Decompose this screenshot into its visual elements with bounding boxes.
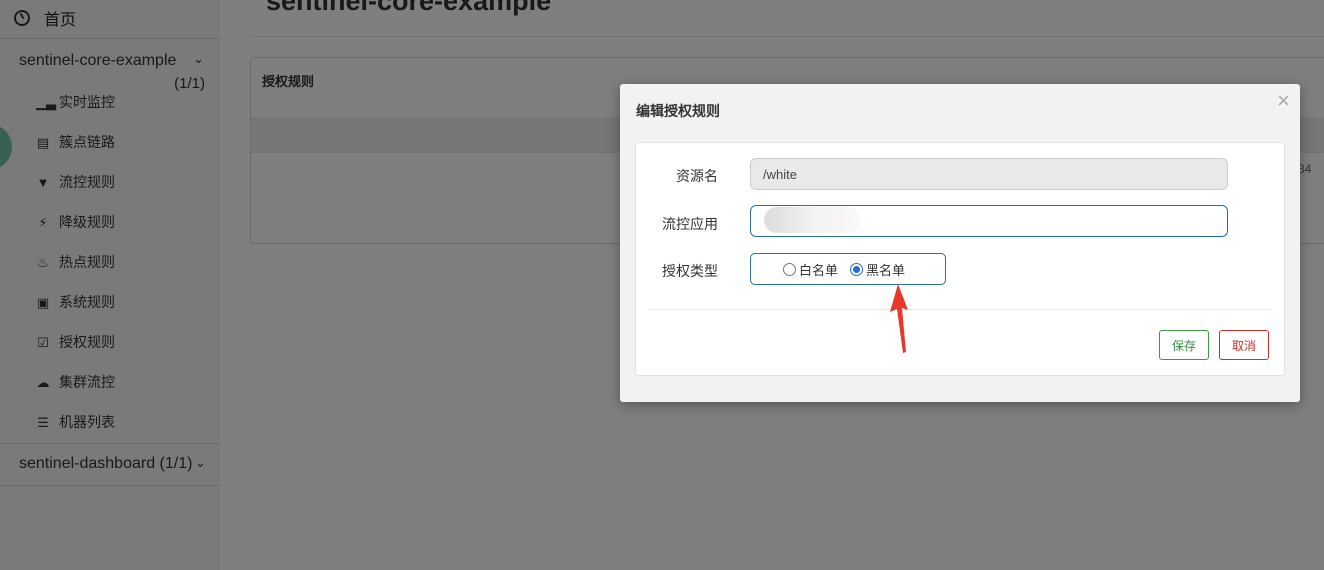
limit-app-label: 流控应用 [662,216,718,232]
radio-checked-icon [850,262,864,276]
radio-label: 白名单 [799,262,839,278]
close-icon[interactable]: × [1277,90,1290,112]
resource-name-label: 资源名 [676,168,718,184]
strategy-radio-group: 白名单 黑名单 [750,253,946,285]
save-button[interactable]: 保存 [1159,330,1209,360]
edit-authority-rule-dialog: 编辑授权规则 × 资源名 流控应用 授权类型 白名单 黑名单 保存 取消 [620,84,1300,402]
blacklist-radio[interactable]: 黑名单 [850,260,905,279]
limit-app-input[interactable] [750,205,1228,237]
resource-name-input[interactable] [750,158,1228,190]
radio-unchecked-icon [783,262,796,276]
divider [649,309,1271,310]
dialog-title: 编辑授权规则 [636,103,720,119]
radio-label: 黑名单 [866,262,906,278]
cancel-button[interactable]: 取消 [1219,330,1269,360]
whitelist-radio[interactable]: 白名单 [783,260,838,279]
dialog-body: 资源名 流控应用 授权类型 白名单 黑名单 保存 取消 [635,142,1285,376]
strategy-label: 授权类型 [662,263,718,279]
